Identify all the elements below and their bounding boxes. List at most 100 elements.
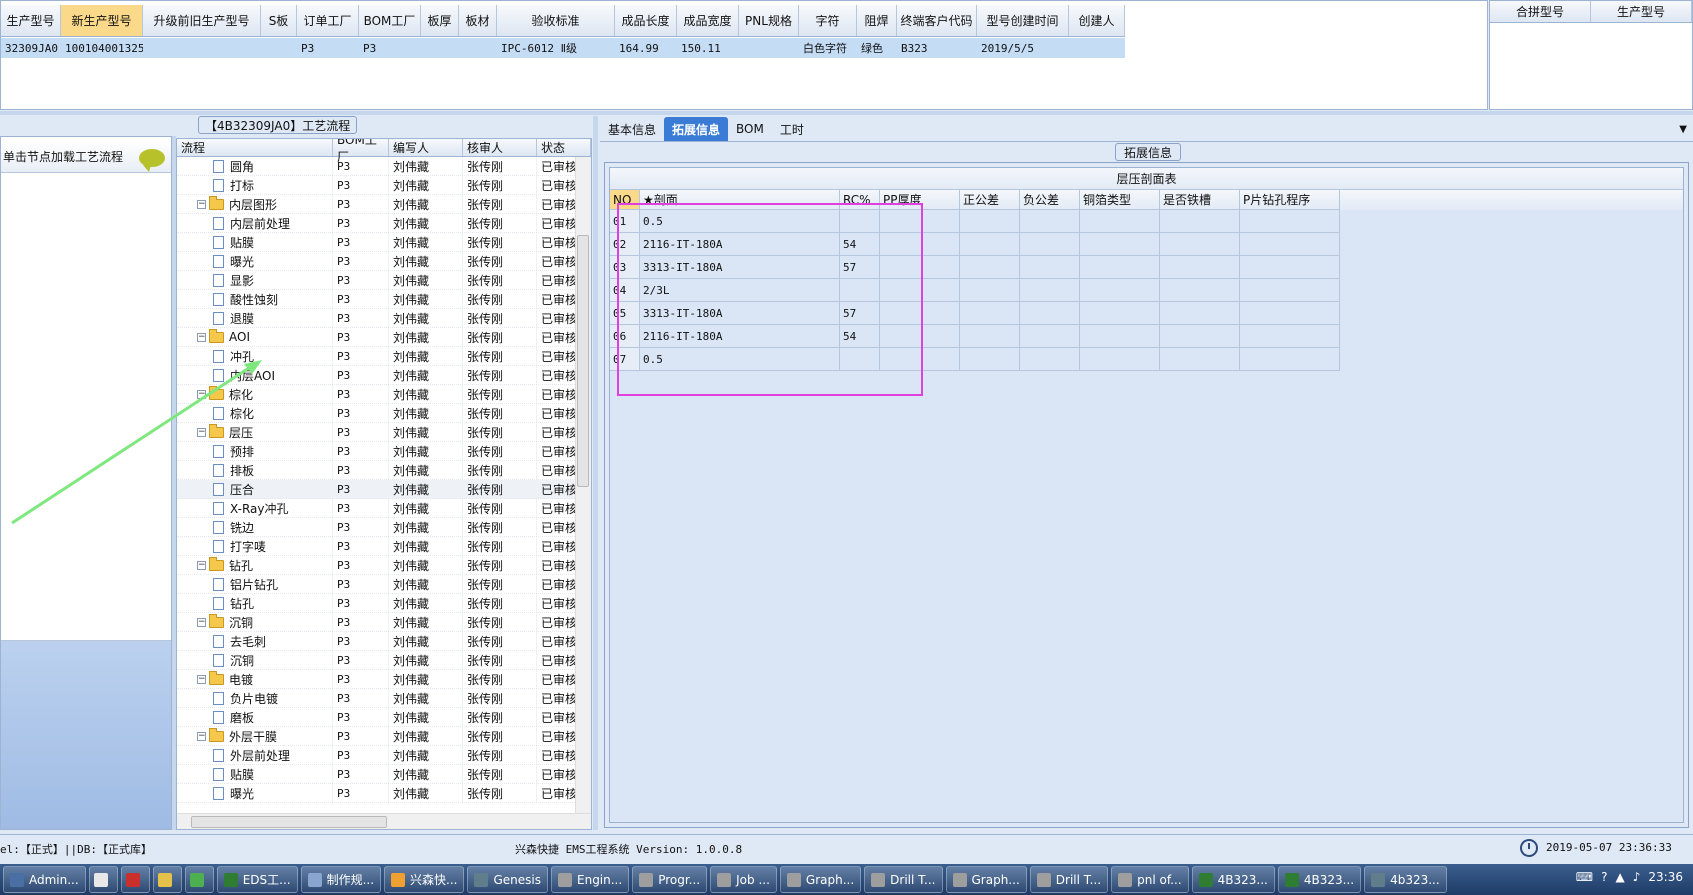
lamination-col-header[interactable]: 是否铁槽	[1160, 190, 1240, 210]
lamination-cell[interactable]	[1160, 233, 1240, 256]
taskbar-button[interactable]	[88, 866, 118, 893]
process-node[interactable]: 打字唛	[177, 537, 333, 555]
lamination-cell[interactable]	[1020, 325, 1080, 348]
process-tree-row[interactable]: 钻孔 P3 刘伟藏 张传刚 已审核	[177, 594, 575, 613]
lamination-cell[interactable]	[960, 279, 1020, 302]
model-grid-cell[interactable]: 164.99	[615, 38, 677, 58]
lamination-cell[interactable]	[1240, 279, 1340, 302]
lamination-cell[interactable]	[1020, 210, 1080, 233]
model-grid-col-header[interactable]: 型号创建时间	[977, 5, 1069, 36]
taskbar-button[interactable]: EDS工...	[216, 866, 298, 893]
taskbar-button[interactable]	[120, 866, 150, 893]
process-tree-row[interactable]: 外层前处理 P3 刘伟藏 张传刚 已审核	[177, 746, 575, 765]
process-tree-row[interactable]: 贴膜 P3 刘伟藏 张传刚 已审核	[177, 233, 575, 252]
lamination-cell[interactable]	[1160, 256, 1240, 279]
process-tree-row[interactable]: 显影 P3 刘伟藏 张传刚 已审核	[177, 271, 575, 290]
lamination-cell[interactable]	[1020, 302, 1080, 325]
process-node[interactable]: 酸性蚀刻	[177, 290, 333, 308]
bom-factory-col-header[interactable]: BOM工厂	[333, 139, 389, 164]
model-grid-col-header[interactable]: S板	[261, 5, 297, 36]
lamination-cell[interactable]	[960, 256, 1020, 279]
process-node[interactable]: 去毛刺	[177, 632, 333, 650]
taskbar-button[interactable]: 兴森快...	[384, 866, 465, 893]
taskbar-button[interactable]: Progr...	[632, 866, 708, 893]
process-node[interactable]: − AOI	[177, 328, 333, 346]
lamination-cell[interactable]	[1160, 302, 1240, 325]
process-node[interactable]: 显影	[177, 271, 333, 289]
lamination-cell[interactable]	[1160, 210, 1240, 233]
lamination-cell[interactable]	[960, 348, 1020, 371]
taskbar-button[interactable]	[184, 866, 214, 893]
model-grid-row[interactable]: 32309JA010010400132519 P3P3 IPC-6012 Ⅱ级164…	[1, 38, 1125, 58]
model-grid-col-header[interactable]: 验收标准	[497, 5, 615, 36]
process-tree-row[interactable]: 退膜 P3 刘伟藏 张传刚 已审核	[177, 309, 575, 328]
model-grid-col-header[interactable]: 终端客户代码	[897, 5, 977, 36]
model-grid-cell[interactable]	[739, 38, 799, 58]
keyboard-icon[interactable]: ⌨	[1576, 870, 1593, 884]
taskbar-button[interactable]: 4B323...	[1277, 866, 1362, 893]
lamination-cell[interactable]	[1080, 279, 1160, 302]
process-tree-row[interactable]: 打标 P3 刘伟藏 张传刚 已审核	[177, 176, 575, 195]
taskbar-button[interactable]: Graph...	[779, 866, 862, 893]
model-grid-col-header[interactable]: 板厚	[421, 5, 459, 36]
model-grid-col-header[interactable]: 字符	[799, 5, 857, 36]
taskbar-button[interactable]: pnl of...	[1111, 866, 1189, 893]
lamination-cell[interactable]	[1020, 256, 1080, 279]
taskbar-button[interactable]: Engin...	[551, 866, 630, 893]
middle-splitter[interactable]	[593, 116, 598, 830]
lamination-col-header[interactable]: 铜箔类型	[1080, 190, 1160, 210]
lamination-col-header[interactable]: P片钻孔程序	[1240, 190, 1340, 210]
lamination-cell[interactable]	[1160, 348, 1240, 371]
tab-0[interactable]: 基本信息	[600, 117, 664, 141]
tab-1[interactable]: 拓展信息	[664, 117, 729, 141]
lamination-cell[interactable]	[1240, 233, 1340, 256]
process-node[interactable]: 打标	[177, 176, 333, 194]
process-tree-row[interactable]: 沉铜 P3 刘伟藏 张传刚 已审核	[177, 651, 575, 670]
process-tree-row[interactable]: 圆角 P3 刘伟藏 张传刚 已审核	[177, 157, 575, 176]
model-grid-cell[interactable]: 绿色	[857, 38, 897, 58]
collapse-toggle-icon[interactable]: −	[197, 332, 206, 342]
tab-2[interactable]: BOM	[728, 117, 772, 141]
process-horizontal-scrollbar[interactable]	[177, 813, 591, 829]
show-hidden-icons[interactable]: ▲	[1616, 870, 1625, 884]
lamination-cell[interactable]	[1080, 210, 1160, 233]
lamination-cell[interactable]	[1080, 256, 1160, 279]
merge-model-header[interactable]: 合拼型号	[1490, 1, 1591, 22]
process-node[interactable]: − 外层干膜	[177, 727, 333, 745]
taskbar-button[interactable]: Admin...	[3, 866, 86, 893]
process-node[interactable]: 内层前处理	[177, 214, 333, 232]
process-node[interactable]: 贴膜	[177, 233, 333, 251]
process-node[interactable]: − 沉铜	[177, 613, 333, 631]
lamination-cell[interactable]	[1020, 279, 1080, 302]
lamination-col-header[interactable]: 正公差	[960, 190, 1020, 210]
lamination-cell[interactable]	[1160, 325, 1240, 348]
model-grid-cell[interactable]: P3	[297, 38, 359, 58]
process-node[interactable]: − 钻孔	[177, 556, 333, 574]
model-grid-col-header[interactable]: 成品宽度	[677, 5, 739, 36]
lamination-cell[interactable]	[960, 233, 1020, 256]
process-tree-row[interactable]: 打字唛 P3 刘伟藏 张传刚 已审核	[177, 537, 575, 556]
process-tree-row[interactable]: − 电镀 P3 刘伟藏 张传刚 已审核	[177, 670, 575, 689]
model-grid-col-header[interactable]: 升级前旧生产型号	[143, 5, 261, 36]
model-grid-cell[interactable]	[421, 38, 459, 58]
lamination-cell[interactable]	[1080, 325, 1160, 348]
writer-col-header[interactable]: 编写人	[389, 139, 463, 156]
process-vscroll-thumb[interactable]	[577, 235, 589, 487]
process-tree-row[interactable]: − 钻孔 P3 刘伟藏 张传刚 已审核	[177, 556, 575, 575]
lamination-cell[interactable]	[1240, 348, 1340, 371]
help-icon[interactable]: ?	[1601, 870, 1607, 884]
process-node[interactable]: 外层前处理	[177, 746, 333, 764]
collapse-toggle-icon[interactable]: −	[197, 560, 206, 570]
process-tree-row[interactable]: − 外层干膜 P3 刘伟藏 张传刚 已审核	[177, 727, 575, 746]
model-grid-cell[interactable]	[261, 38, 297, 58]
process-node[interactable]: − 电镀	[177, 670, 333, 688]
taskbar-button[interactable]: 4b323...	[1364, 866, 1447, 893]
tab-dropdown-icon[interactable]: ▼	[1679, 124, 1687, 135]
process-tree-row[interactable]: 曝光 P3 刘伟藏 张传刚 已审核	[177, 784, 575, 803]
process-node[interactable]: − 内层图形	[177, 195, 333, 213]
lamination-cell[interactable]	[960, 325, 1020, 348]
lamination-cell[interactable]	[1240, 325, 1340, 348]
process-node[interactable]: 铝片钻孔	[177, 575, 333, 593]
process-tree-row[interactable]: − AOI P3 刘伟藏 张传刚 已审核	[177, 328, 575, 347]
lamination-cell[interactable]	[1240, 256, 1340, 279]
